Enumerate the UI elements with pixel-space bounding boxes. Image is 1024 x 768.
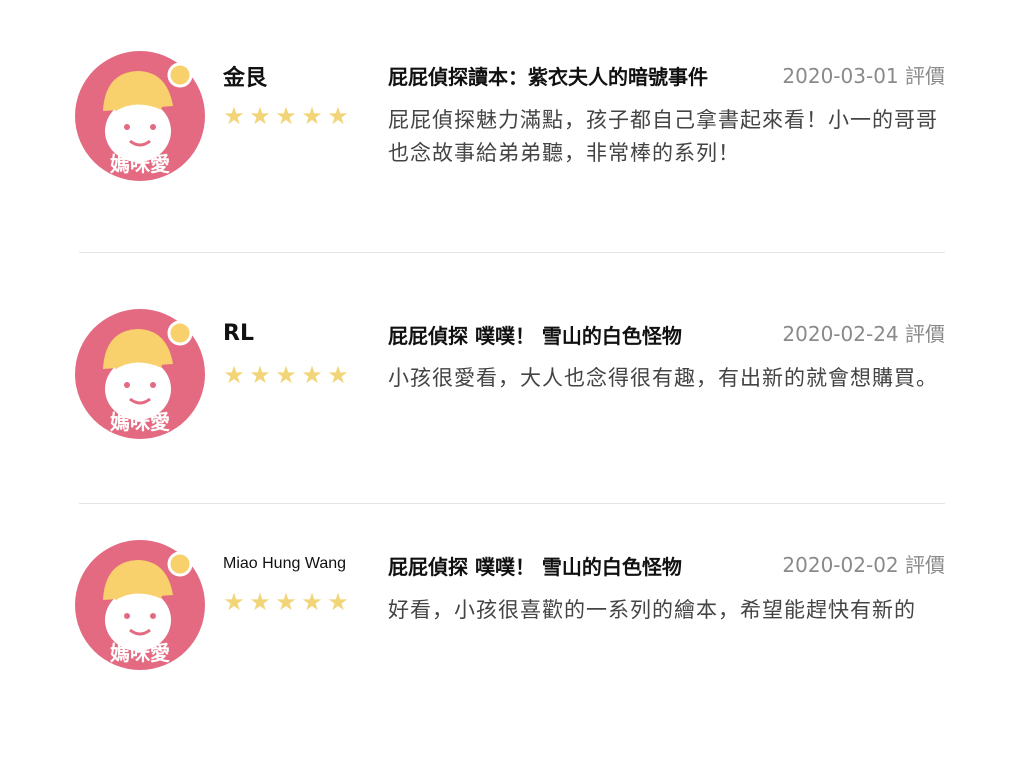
star-icon: ★ — [327, 102, 349, 130]
star-icon: ★ — [223, 102, 245, 130]
svg-text:媽咪愛: 媽咪愛 — [110, 410, 170, 434]
svg-text:媽咪愛: 媽咪愛 — [110, 152, 170, 176]
book-title[interactable]: 屁屁偵探讀本：紫衣夫人的暗號事件 — [388, 61, 708, 90]
review-item: 媽咪愛 金艮 ★ ★ ★ ★ ★ 屁屁偵探讀本：紫衣夫人的暗號事件 2020-0… — [0, 0, 1024, 253]
star-icon: ★ — [223, 588, 245, 616]
star-icon: ★ — [301, 361, 323, 389]
star-icon: ★ — [301, 102, 323, 130]
review-comment: 小孩很愛看，大人也念得很有趣，有出新的就會想購買。 — [388, 366, 938, 390]
review-date: 2020-02-02 評價 — [782, 553, 945, 577]
star-icon: ★ — [275, 588, 297, 616]
avatar[interactable]: 媽咪愛 — [75, 540, 205, 670]
star-icon: ★ — [275, 102, 297, 130]
star-icon: ★ — [249, 102, 271, 130]
avatar[interactable]: 媽咪愛 — [75, 51, 205, 181]
star-icon: ★ — [223, 361, 245, 389]
star-icon: ★ — [249, 361, 271, 389]
star-icon: ★ — [249, 588, 271, 616]
star-icon: ★ — [327, 588, 349, 616]
review-item: 媽咪愛 Miao Hung Wang ★ ★ ★ ★ ★ 屁屁偵探 噗噗！ 雪山… — [0, 504, 1024, 768]
review-comment: 屁屁偵探魅力滿點，孩子都自己拿書起來看！小一的哥哥也念故事給弟弟聽，非常棒的系列… — [388, 108, 938, 165]
mommy-love-avatar-icon: 媽咪愛 — [75, 540, 205, 670]
mommy-love-avatar-icon: 媽咪愛 — [75, 309, 205, 439]
review-list: 媽咪愛 金艮 ★ ★ ★ ★ ★ 屁屁偵探讀本：紫衣夫人的暗號事件 2020-0… — [0, 0, 1024, 768]
reviewer-name: Miao Hung Wang — [223, 555, 347, 572]
review-date: 2020-03-01 評價 — [782, 64, 945, 88]
book-title[interactable]: 屁屁偵探 噗噗！ 雪山的白色怪物 — [388, 551, 682, 580]
star-icon: ★ — [301, 588, 323, 616]
avatar[interactable]: 媽咪愛 — [75, 309, 205, 439]
star-icon: ★ — [327, 361, 349, 389]
reviewer-name: RL — [223, 321, 254, 346]
star-icon: ★ — [275, 361, 297, 389]
review-date: 2020-02-24 評價 — [782, 322, 945, 346]
reviewer-name: 金艮 — [223, 66, 268, 91]
mommy-love-avatar-icon: 媽咪愛 — [75, 51, 205, 181]
rating-stars: ★ ★ ★ ★ ★ — [222, 590, 350, 614]
book-title[interactable]: 屁屁偵探 噗噗！ 雪山的白色怪物 — [388, 320, 682, 349]
rating-stars: ★ ★ ★ ★ ★ — [222, 363, 350, 387]
review-comment: 好看，小孩很喜歡的一系列的繪本，希望能趕快有新的 — [388, 598, 916, 622]
review-item: 媽咪愛 RL ★ ★ ★ ★ ★ 屁屁偵探 噗噗！ 雪山的白色怪物 2020-0… — [0, 253, 1024, 503]
svg-text:媽咪愛: 媽咪愛 — [110, 641, 170, 665]
rating-stars: ★ ★ ★ ★ ★ — [222, 104, 350, 128]
